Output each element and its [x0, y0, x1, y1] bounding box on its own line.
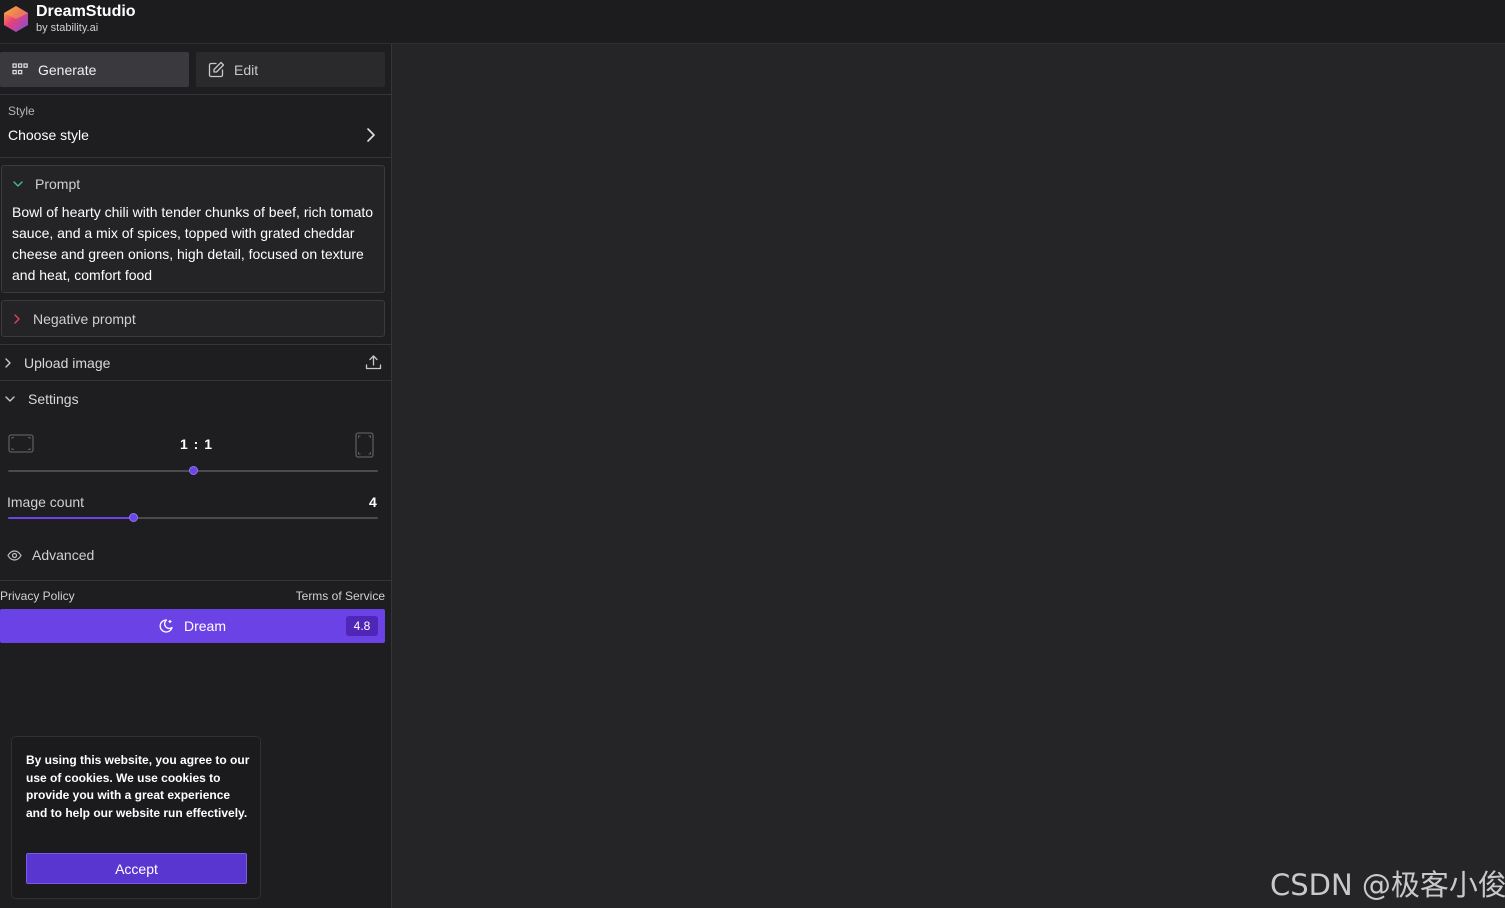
chevron-down-icon [13, 181, 23, 187]
credit-cost-badge: 4.8 [346, 616, 378, 636]
dream-button-content: Dream [158, 618, 226, 634]
cookie-consent-text: By using this website, you agree to our … [26, 753, 250, 820]
sidebar: Generate Edit Style Choose style Prompt [0, 44, 392, 908]
prompt-textarea[interactable]: Bowl of hearty chili with tender chunks … [12, 202, 378, 286]
style-selector[interactable]: Style Choose style [0, 96, 392, 156]
image-count-label: Image count [7, 494, 85, 510]
footer-links: Privacy Policy Terms of Service [0, 589, 385, 605]
brand-name: DreamStudio [36, 3, 136, 20]
upload-icon[interactable] [365, 354, 382, 371]
watermark: CSDN @极客小俊 [1270, 868, 1505, 902]
terms-of-service-link[interactable]: Terms of Service [296, 589, 385, 603]
slider-fill [8, 517, 134, 519]
negative-prompt-toggle[interactable]: Negative prompt [1, 300, 385, 337]
accept-cookies-button[interactable]: Accept [26, 853, 247, 884]
slider-thumb[interactable] [129, 513, 139, 522]
tab-generate[interactable]: Generate [0, 52, 189, 87]
style-label: Style [8, 104, 35, 118]
tab-edit[interactable]: Edit [196, 52, 385, 87]
slider-thumb[interactable] [188, 466, 198, 475]
divider [0, 157, 392, 158]
aspect-ratio-value: 1 : 1 [180, 436, 214, 452]
upload-image-label: Upload image [24, 355, 111, 371]
grid-icon [12, 63, 28, 75]
advanced-toggle[interactable]: Advanced [7, 547, 94, 563]
divider [0, 94, 392, 95]
chevron-right-icon [5, 358, 11, 368]
tab-generate-label: Generate [38, 61, 97, 78]
cookie-consent-card: By using this website, you agree to our … [11, 736, 261, 899]
style-value: Choose style [8, 127, 89, 143]
eye-icon [7, 549, 22, 561]
settings-toggle[interactable]: Settings [0, 381, 392, 417]
prompt-toggle[interactable]: Prompt [12, 176, 80, 192]
dream-button[interactable]: Dream 4.8 [0, 609, 385, 643]
mode-tabs: Generate Edit [0, 52, 392, 88]
brand: DreamStudio by stability.ai [36, 4, 136, 34]
prompt-label: Prompt [35, 176, 81, 192]
dreamstudio-logo-icon [4, 6, 28, 32]
brand-subtitle: by stability.ai [36, 22, 99, 34]
dream-button-label: Dream [184, 618, 227, 634]
chevron-down-icon [5, 396, 15, 402]
negative-prompt-label: Negative prompt [33, 310, 136, 327]
chevron-right-icon [14, 313, 20, 324]
moon-icon [159, 619, 173, 633]
prompt-panel: Prompt Bowl of hearty chili with tender … [1, 165, 385, 293]
divider [0, 580, 392, 581]
advanced-label: Advanced [32, 547, 95, 563]
upload-image-toggle[interactable]: Upload image [0, 345, 392, 381]
privacy-policy-link[interactable]: Privacy Policy [0, 589, 75, 603]
tab-edit-label: Edit [234, 61, 259, 78]
landscape-aspect-icon[interactable] [8, 434, 34, 453]
settings-label: Settings [28, 391, 79, 407]
image-count-value: 4 [369, 494, 377, 510]
portrait-aspect-icon[interactable] [355, 432, 374, 458]
app-header: DreamStudio by stability.ai [0, 0, 1505, 44]
chevron-right-icon [367, 128, 375, 142]
edit-icon [208, 61, 225, 78]
